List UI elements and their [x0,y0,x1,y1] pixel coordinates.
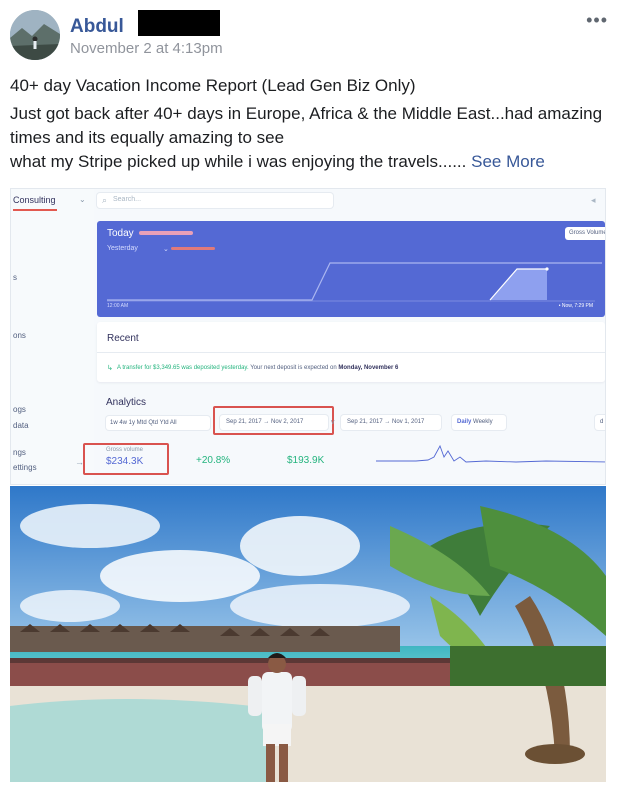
speaker-icon[interactable]: ◂ [591,195,596,206]
transfer-notice[interactable]: A transfer for $3,349.65 was deposited y… [117,365,398,371]
recent-title: Recent [107,333,139,344]
today-chart [107,262,602,302]
gross-volume-label: Gross volume [106,447,144,453]
post-text: 40+ day Vacation Income Report (Lead Gen… [10,74,606,178]
sidebar-item[interactable]: s [13,273,17,282]
sidebar-item[interactable]: ettings [13,463,37,472]
redacted-amount [171,247,215,250]
transfer-prefix: A transfer for $3,349.65 was deposited y… [117,365,249,371]
date-range-picker[interactable]: Sep 21, 2017 → Nov 2, 2017 [220,415,328,430]
gross-volume-previous: $193.9K [287,455,325,466]
post-body-line1: Just got back after 40+ days in Europe, … [10,104,603,147]
search-placeholder: Search... [113,196,142,203]
stripe-sidebar: Consulting ⌄ s ons ogs data ngs ettings [11,189,94,484]
interval-selector[interactable]: Daily Weekly [452,415,506,430]
vacation-photo[interactable] [10,486,606,782]
chevron-down-icon[interactable]: ⌄ [163,245,169,253]
more-icon[interactable]: ••• [586,10,608,31]
sparkline [376,444,605,463]
account-underline [13,209,57,211]
analytics-title: Analytics [106,397,147,408]
today-card: Today Yesterday ⌄ Gross Volume 12:00 AM … [97,221,605,317]
gross-volume-value: $234.3K [106,456,144,467]
axis-end-label: • Now, 7:29 PM [558,303,593,309]
transfer-middle: Your next deposit is expected on [250,365,337,371]
interval-other[interactable]: Weekly [473,419,493,425]
interval-selected[interactable]: Daily [457,419,471,425]
redacted-surname [138,10,220,36]
avatar[interactable] [10,10,60,60]
sidebar-item[interactable]: ogs [13,405,26,414]
range-selector[interactable]: 1w 4w 1y Mtd Qtd Ytd All [106,416,210,430]
post-body-line2: what my Stripe picked up while i was enj… [10,152,467,171]
sidebar-item[interactable]: ngs [13,448,26,457]
search-icon: ⌕ [102,195,108,205]
post-header: Abdul November 2 at 4:13pm ••• [10,10,610,66]
transfer-date: Monday, November 6 [338,365,399,371]
yesterday-label[interactable]: Yesterday [107,245,138,252]
gross-volume-button[interactable]: Gross Volume [565,227,605,240]
account-switcher[interactable]: Consulting [13,195,56,205]
gross-volume-change: +20.8% [196,455,231,466]
post-body: Just got back after 40+ days in Europe, … [10,102,606,174]
beach-photo-illustration [10,486,606,782]
search-input[interactable]: ⌕ Search... [97,193,333,208]
stripe-dashboard-screenshot: Consulting ⌄ s ons ogs data ngs ettings … [10,188,606,485]
divider [97,352,605,353]
transfer-icon: ↳ [107,365,113,372]
compare-range-picker[interactable]: Sep 21, 2017 → Nov 1, 2017 [341,415,441,430]
compare-label: v [331,419,335,426]
sidebar-item[interactable]: ons [13,331,26,340]
post-timestamp[interactable]: November 2 at 4:13pm [70,40,223,57]
today-label: Today [107,228,134,239]
post-title: 40+ day Vacation Income Report (Lead Gen… [10,76,416,95]
redacted-amount [139,231,193,235]
author-name[interactable]: Abdul [70,16,124,38]
sidebar-item[interactable]: data [13,421,29,430]
recent-card: Recent ↳ A transfer for $3,349.65 was de… [97,322,605,382]
extra-button[interactable]: d [595,415,605,430]
axis-start-label: 12:00 AM [107,303,129,309]
chevron-down-icon[interactable]: ⌄ [79,195,86,204]
see-more-link[interactable]: See More [471,152,545,171]
